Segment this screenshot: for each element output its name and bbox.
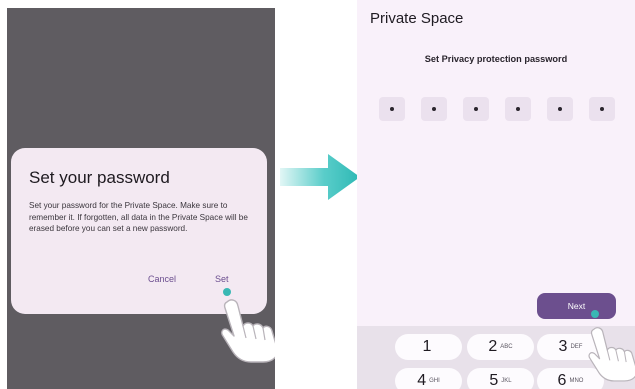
pin-dot [516,107,520,111]
page-title: Private Space [370,10,464,27]
cancel-button[interactable]: Cancel [148,274,176,284]
password-prompt: Set Privacy protection password [424,54,568,64]
pin-dot [600,107,604,111]
tap-hand-icon [588,327,635,382]
key-5[interactable]: 5 JKL [467,368,534,389]
pin-digit-box [421,97,447,121]
pin-dot [558,107,562,111]
pin-dot [474,107,478,111]
set-button[interactable]: Set [215,274,229,284]
right-arrow-icon [280,154,360,200]
tap-indicator-icon [223,288,231,296]
pin-digit-box [463,97,489,121]
key-1[interactable]: 1 [395,334,462,360]
pin-input[interactable] [379,97,619,121]
pin-digit-box [505,97,531,121]
pin-digit-box [589,97,615,121]
right-phone-screen: Private Space Set Privacy protection pas… [357,0,635,389]
pin-digit-box [379,97,405,121]
tutorial-illustration: Set your password Set your password for … [0,0,635,389]
pin-digit-box [547,97,573,121]
next-button[interactable]: Next [537,293,616,319]
key-4[interactable]: 4 GHI [395,368,462,389]
tap-hand-icon [221,299,275,363]
pin-dot [432,107,436,111]
key-2[interactable]: 2 ABC [467,334,534,360]
tap-indicator-icon [591,310,599,318]
dialog-message: Set your password for the Private Space.… [29,201,248,233]
pin-dot [390,107,394,111]
dialog-title: Set your password [29,168,170,187]
left-phone-screen: Set your password Set your password for … [7,8,275,389]
